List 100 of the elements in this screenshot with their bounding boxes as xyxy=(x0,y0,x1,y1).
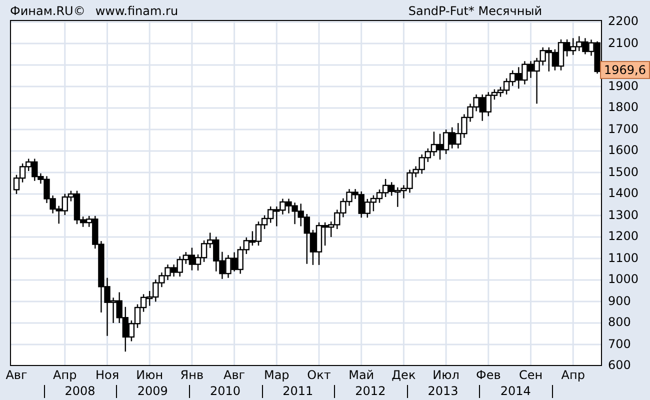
candlestick xyxy=(116,292,122,324)
y-axis-label: 900 xyxy=(608,292,631,310)
y-axis-label: 1900 xyxy=(608,78,639,94)
candlestick xyxy=(449,126,456,150)
x-axis-label: Июл xyxy=(432,367,460,383)
candlestick xyxy=(194,254,202,272)
candlestick xyxy=(19,162,26,183)
year-label: 2009 xyxy=(137,383,168,399)
candlestick xyxy=(86,215,92,228)
candlestick xyxy=(406,169,413,194)
candlestick xyxy=(56,205,62,224)
candlestick xyxy=(564,38,570,57)
x-axis-label: Янв xyxy=(180,367,204,383)
candlestick xyxy=(467,103,474,122)
candlestick xyxy=(207,232,214,249)
candlestick xyxy=(570,38,576,56)
candlestick xyxy=(424,148,431,163)
y-axis-label: 1400 xyxy=(608,185,639,202)
y-axis-label: 1300 xyxy=(608,206,639,224)
copyright-text: Финам.RU© xyxy=(10,4,86,18)
candlestick xyxy=(274,206,280,227)
x-axis-label: Дек xyxy=(392,367,416,383)
candlestick xyxy=(582,38,588,55)
candlestick xyxy=(152,278,159,302)
x-axis-label: Фев xyxy=(476,367,501,383)
candlestick xyxy=(310,229,316,266)
candlestick xyxy=(491,88,498,100)
y-axis-label: 800 xyxy=(608,314,631,331)
candlestick xyxy=(304,213,310,264)
candlestick xyxy=(128,320,135,342)
candlestick xyxy=(213,236,220,272)
x-axis-label: Сен xyxy=(518,367,543,383)
candlestick xyxy=(352,188,358,200)
y-axis-label: 1600 xyxy=(608,142,639,159)
y-axis-label: 700 xyxy=(608,336,631,352)
candlestick xyxy=(473,94,480,112)
candlestick xyxy=(400,184,407,199)
x-axis-label: Ноя xyxy=(95,367,120,383)
candlestick xyxy=(261,214,268,230)
candlestick xyxy=(382,178,389,198)
x-axis-label: Июн xyxy=(136,367,164,383)
candlestick xyxy=(32,158,38,182)
candlestick xyxy=(334,209,340,230)
candlestick xyxy=(231,252,238,272)
candlestick xyxy=(485,91,492,117)
candlestick xyxy=(182,251,189,264)
candlestick xyxy=(243,236,250,255)
candlestick xyxy=(44,176,50,204)
candlestick xyxy=(497,86,504,98)
candlestick xyxy=(516,66,522,90)
candlestick xyxy=(479,94,486,122)
y-axis-label: 2100 xyxy=(608,34,639,52)
candlestick xyxy=(364,198,370,218)
year-label: 2010 xyxy=(210,383,241,399)
y-axis-label: 1000 xyxy=(608,271,639,288)
candlestick xyxy=(122,306,128,352)
y-axis-label: 1200 xyxy=(608,228,639,245)
candlestick xyxy=(388,182,395,196)
candlestick xyxy=(522,60,528,85)
site-url: www.finam.ru xyxy=(95,4,178,18)
candlestick xyxy=(225,254,232,278)
candlestick xyxy=(412,166,419,178)
y-axis-label: 1100 xyxy=(608,250,639,266)
candlestick xyxy=(286,198,292,214)
candlestick xyxy=(558,38,564,71)
candlestick xyxy=(394,186,401,208)
x-axis-label: Авг xyxy=(224,367,246,383)
candlestick xyxy=(370,194,377,212)
y-axis-label: 600 xyxy=(608,357,631,374)
candlestick xyxy=(255,220,262,246)
candlestick xyxy=(13,174,20,195)
candlestick xyxy=(588,39,594,56)
candlestick xyxy=(534,57,540,104)
candlestick xyxy=(176,256,183,278)
candlestick xyxy=(80,216,86,228)
candlestick xyxy=(62,193,68,216)
candlestick xyxy=(164,264,171,281)
year-label: 2014 xyxy=(500,383,531,399)
candlestick xyxy=(298,203,304,227)
candlestick xyxy=(170,264,177,278)
candlestick xyxy=(38,172,44,184)
candlestick xyxy=(442,128,450,155)
candlestick xyxy=(461,114,468,138)
candlestick xyxy=(430,131,438,157)
x-axis-label: Авг xyxy=(6,367,28,383)
candlestick xyxy=(503,78,510,96)
candlestick xyxy=(328,220,334,238)
x-axis-label: Апр xyxy=(53,367,77,383)
candlestick xyxy=(376,188,383,204)
candlestick xyxy=(576,36,582,52)
x-axis-label: Мар xyxy=(264,367,290,383)
candlestick xyxy=(322,222,328,246)
x-axis-label: Апр xyxy=(561,367,585,383)
x-axis-label: Май xyxy=(348,367,374,383)
candlestick xyxy=(110,297,116,324)
y-axis-label: 2200 xyxy=(608,13,639,30)
y-axis-label: 1500 xyxy=(608,164,639,180)
candlestick xyxy=(158,272,165,288)
candlestick xyxy=(358,190,364,218)
year-label: 2013 xyxy=(428,383,458,399)
